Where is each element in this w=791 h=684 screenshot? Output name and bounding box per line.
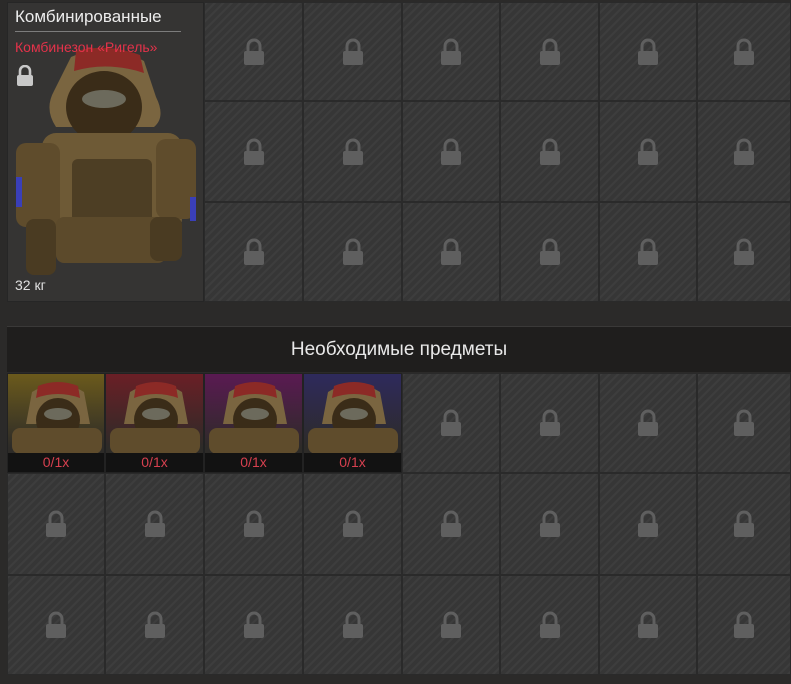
locked-slot[interactable] (402, 373, 500, 473)
required-item-slot[interactable]: 0/1x (303, 373, 402, 473)
locked-slot[interactable] (599, 202, 697, 302)
locked-slot[interactable] (697, 202, 791, 302)
locked-slot[interactable] (7, 575, 105, 675)
padlock-icon (341, 138, 365, 166)
item-name: Комбинезон «Ригель» (15, 39, 158, 55)
locked-slot[interactable] (697, 575, 791, 675)
padlock-icon (538, 38, 562, 66)
locked-slot[interactable] (303, 473, 402, 575)
suit-armor-thumbnail (12, 382, 102, 454)
padlock-icon (44, 510, 68, 538)
padlock-icon (439, 611, 463, 639)
locked-slot[interactable] (697, 473, 791, 575)
required-item-slot[interactable]: 0/1x (105, 373, 204, 473)
padlock-icon (732, 611, 756, 639)
padlock-icon (732, 409, 756, 437)
padlock-icon (732, 38, 756, 66)
padlock-icon (242, 138, 266, 166)
locked-slot[interactable] (697, 2, 791, 101)
padlock-icon (341, 38, 365, 66)
padlock-icon (538, 409, 562, 437)
locked-slot[interactable] (500, 473, 599, 575)
locked-slot[interactable] (500, 202, 599, 302)
padlock-icon (732, 510, 756, 538)
required-item-count: 0/1x (304, 453, 401, 472)
padlock-icon (732, 138, 756, 166)
padlock-icon (636, 238, 660, 266)
locked-slot[interactable] (204, 473, 303, 575)
locked-slot[interactable] (599, 575, 697, 675)
locked-slot[interactable] (303, 101, 402, 202)
locked-slot[interactable] (599, 473, 697, 575)
locked-slot[interactable] (303, 575, 402, 675)
locked-slot[interactable] (500, 2, 599, 101)
locked-slot[interactable] (402, 101, 500, 202)
locked-slot[interactable] (599, 101, 697, 202)
suit-armor-thumbnail (110, 382, 200, 454)
locked-slot[interactable] (105, 575, 204, 675)
padlock-icon (439, 38, 463, 66)
padlock-icon (439, 409, 463, 437)
locked-slot[interactable] (204, 2, 303, 101)
suit-armor-thumbnail (209, 382, 299, 454)
padlock-icon (538, 611, 562, 639)
locked-slot[interactable] (402, 575, 500, 675)
padlock-icon (341, 510, 365, 538)
padlock-icon (242, 510, 266, 538)
suit-armor-thumbnail (308, 382, 398, 454)
locked-slot[interactable] (697, 373, 791, 473)
locked-slot[interactable] (697, 101, 791, 202)
locked-slot[interactable] (204, 101, 303, 202)
locked-slot[interactable] (204, 202, 303, 302)
required-items-title: Необходимые предметы (290, 338, 508, 360)
padlock-icon (636, 138, 660, 166)
padlock-icon (439, 238, 463, 266)
padlock-icon (439, 138, 463, 166)
locked-slot[interactable] (303, 202, 402, 302)
locked-slot[interactable] (402, 2, 500, 101)
main-item-card[interactable]: Комбинированные Комбинезон «Ригель» 32 к… (7, 2, 204, 302)
locked-slot[interactable] (402, 473, 500, 575)
locked-slot[interactable] (500, 101, 599, 202)
padlock-icon (341, 611, 365, 639)
locked-slot[interactable] (599, 2, 697, 101)
padlock-icon (242, 238, 266, 266)
locked-slot[interactable] (204, 575, 303, 675)
padlock-icon (143, 611, 167, 639)
item-weight: 32 кг (15, 277, 46, 293)
padlock-icon (636, 409, 660, 437)
locked-slot[interactable] (303, 2, 402, 101)
required-items-header: Необходимые предметы (7, 326, 791, 372)
padlock-icon (538, 238, 562, 266)
locked-slot[interactable] (105, 473, 204, 575)
locked-slot[interactable] (402, 202, 500, 302)
required-item-count: 0/1x (106, 453, 203, 472)
padlock-icon (439, 510, 463, 538)
padlock-icon (636, 611, 660, 639)
required-item-count: 0/1x (205, 453, 302, 472)
padlock-icon (636, 510, 660, 538)
padlock-icon (44, 611, 68, 639)
item-category: Комбинированные (15, 7, 181, 32)
required-item-slot[interactable]: 0/1x (7, 373, 105, 473)
padlock-icon (16, 65, 34, 87)
required-item-count: 0/1x (8, 453, 104, 472)
locked-slot[interactable] (500, 575, 599, 675)
locked-slot[interactable] (500, 373, 599, 473)
padlock-icon (732, 238, 756, 266)
required-item-slot[interactable]: 0/1x (204, 373, 303, 473)
padlock-icon (636, 38, 660, 66)
padlock-icon (341, 238, 365, 266)
padlock-icon (143, 510, 167, 538)
padlock-icon (538, 510, 562, 538)
locked-slot[interactable] (7, 473, 105, 575)
locked-slot[interactable] (599, 373, 697, 473)
padlock-icon (538, 138, 562, 166)
suit-armor-image (16, 47, 196, 275)
padlock-icon (242, 611, 266, 639)
padlock-icon (242, 38, 266, 66)
